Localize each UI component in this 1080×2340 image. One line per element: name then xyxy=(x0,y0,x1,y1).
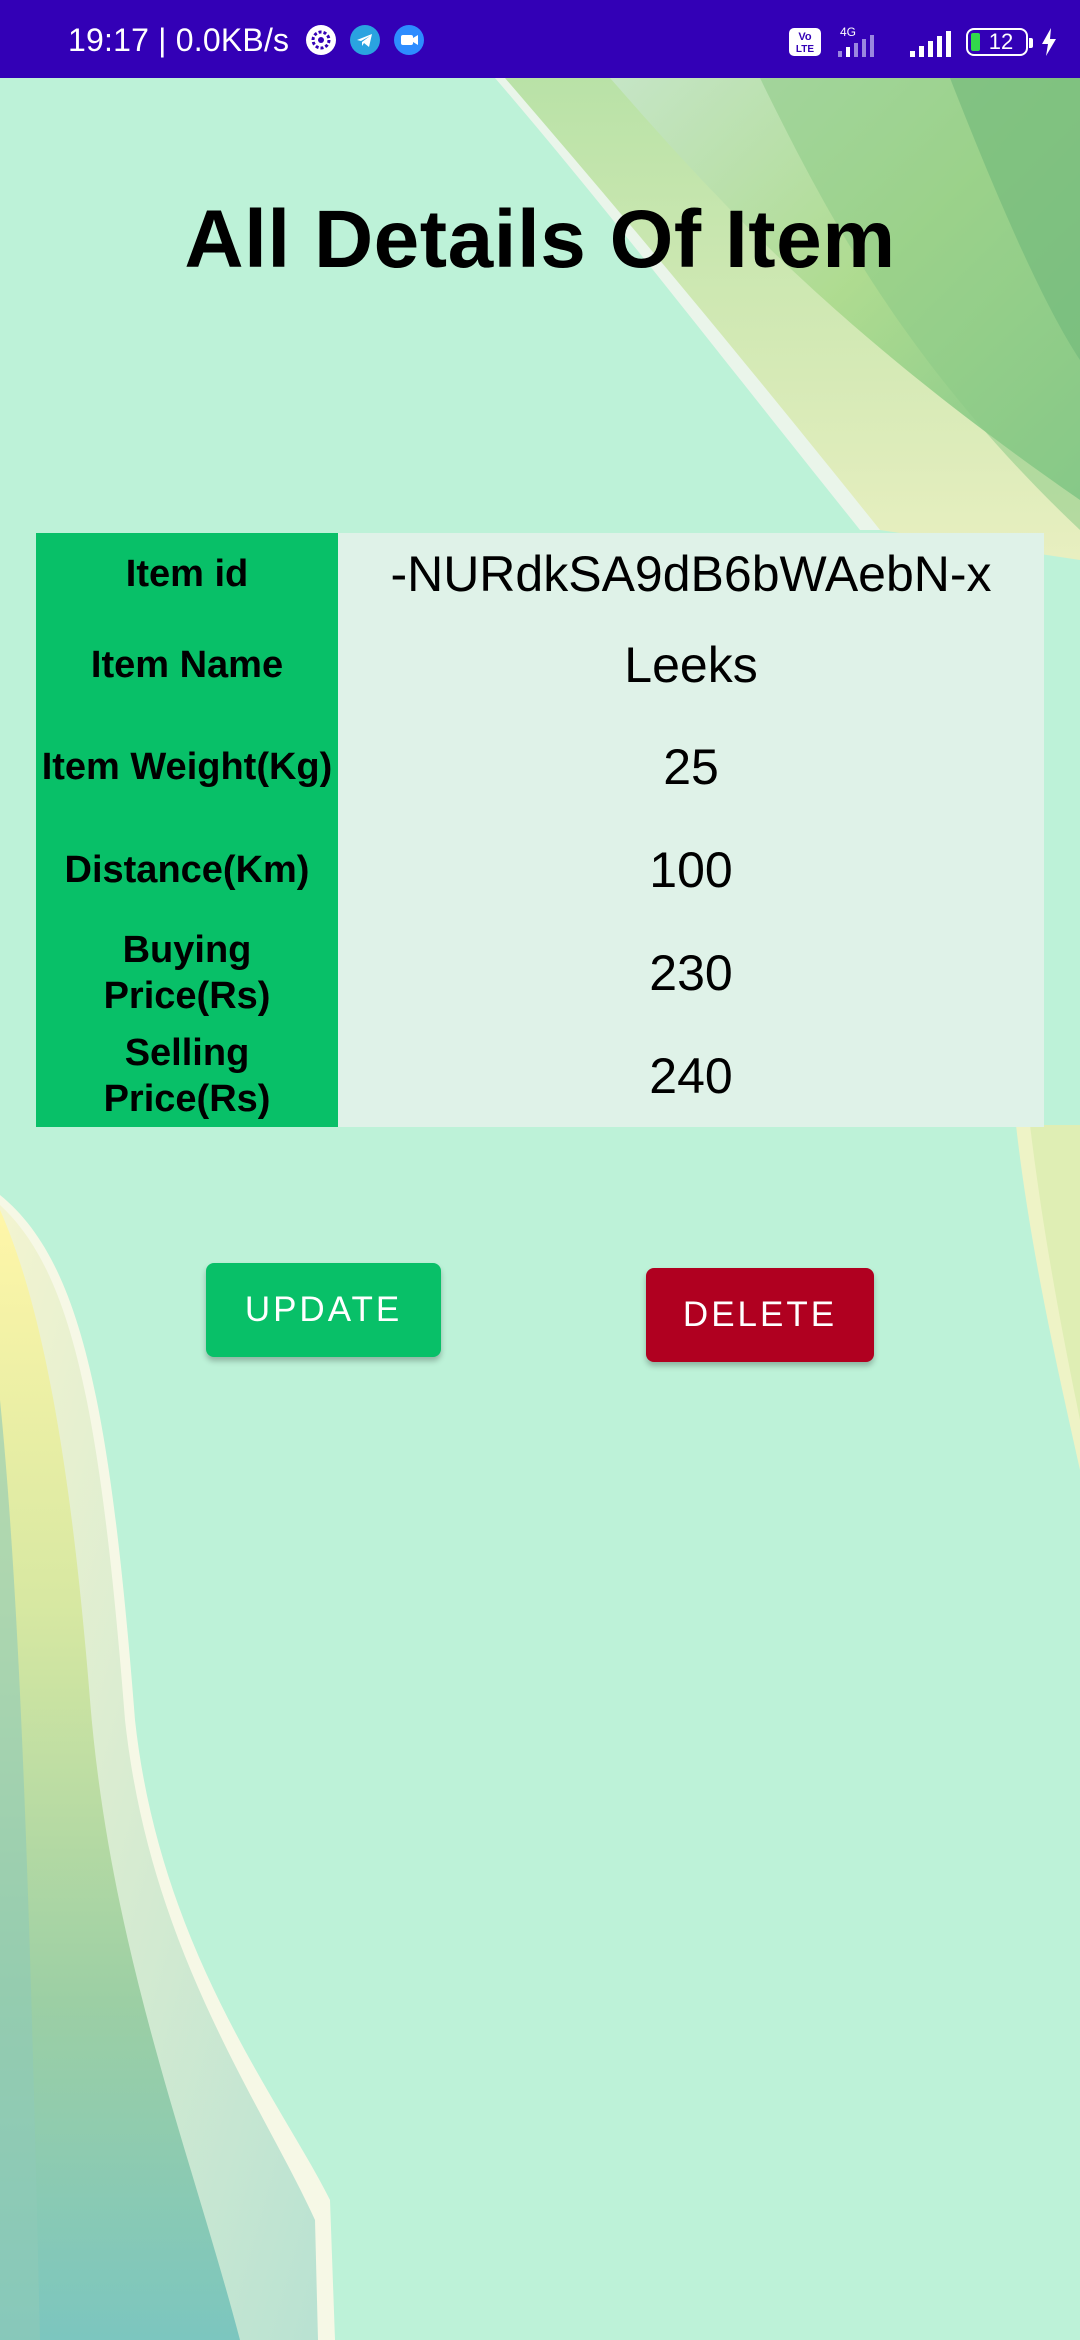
item-id-label: Item id xyxy=(36,533,338,615)
item-name-label: Item Name xyxy=(36,615,338,715)
charging-bolt-icon xyxy=(1042,28,1056,56)
signal-icon xyxy=(910,31,951,57)
signal-4g-icon: 4G xyxy=(838,25,874,57)
svg-text:LTE: LTE xyxy=(796,44,814,55)
item-details-table: Item id -NURdkSA9dB6bWAebN-x Item Name L… xyxy=(36,533,1044,1127)
buying-price-label: Buying Price(Rs) xyxy=(36,921,338,1024)
distance-label: Distance(Km) xyxy=(36,818,338,921)
time-and-speed: 19:17 | 0.0KB/s xyxy=(68,21,290,58)
notification-icons xyxy=(305,24,425,56)
delete-button[interactable]: DELETE xyxy=(646,1268,874,1362)
page-title: All Details Of Item xyxy=(184,194,896,285)
video-call-icon xyxy=(394,25,425,55)
item-weight-value: 25 xyxy=(338,715,1044,818)
distance-value: 100 xyxy=(338,818,1044,921)
item-weight-label: Item Weight(Kg) xyxy=(36,715,338,818)
svg-text:Vo: Vo xyxy=(798,31,812,43)
buying-price-value: 230 xyxy=(338,921,1044,1024)
status-left: 19:17 | 0.0KB/s xyxy=(68,22,425,58)
battery-icon: 12 xyxy=(966,28,1033,56)
selling-price-label: Selling Price(Rs) xyxy=(36,1024,338,1127)
status-bar: 19:17 | 0.0KB/s Vo LTE 4G 12 xyxy=(0,0,1080,78)
volte-icon: Vo LTE xyxy=(789,28,821,56)
selling-price-value: 240 xyxy=(338,1024,1044,1127)
item-details-page: All Details Of Item Item id -NURdkSA9dB6… xyxy=(0,78,1080,2340)
update-button[interactable]: UPDATE xyxy=(206,1263,441,1357)
status-right: Vo LTE 4G 12 xyxy=(788,24,1058,60)
item-id-value: -NURdkSA9dB6bWAebN-x xyxy=(338,533,1044,615)
item-name-value: Leeks xyxy=(338,615,1044,715)
svg-text:4G: 4G xyxy=(840,25,856,39)
gear-icon xyxy=(306,25,337,55)
battery-level: 12 xyxy=(988,29,1014,54)
battery-fill xyxy=(971,33,980,51)
telegram-icon xyxy=(350,25,381,55)
